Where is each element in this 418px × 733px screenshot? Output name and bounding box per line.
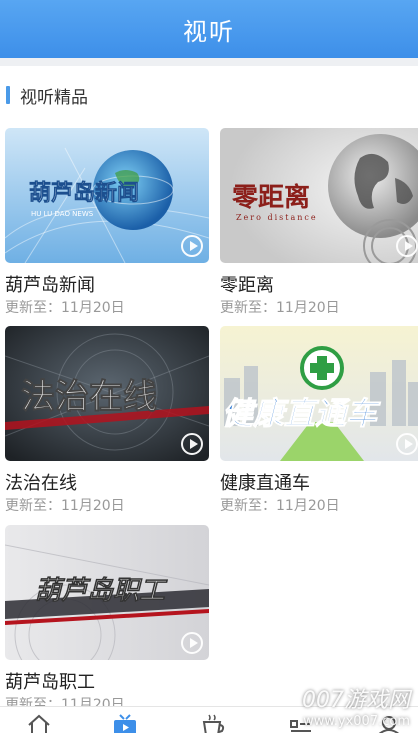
section-accent-bar [6, 86, 10, 104]
thumbnail-art: 零距离 Zero distance [220, 128, 418, 263]
thumbnail-subtitle-text: HU LU DAO NEWS [31, 210, 94, 218]
thumbnail-art: 葫芦岛职工 [5, 525, 209, 660]
play-icon[interactable] [181, 433, 203, 455]
play-icon[interactable] [181, 235, 203, 257]
thumbnail-subtitle-text: Zero distance [236, 213, 318, 222]
play-icon[interactable] [181, 632, 203, 654]
program-thumbnail[interactable]: 法治在线 [5, 326, 209, 461]
program-card-law-online[interactable]: 法治在线 法治在线 更新至：11月20日 [5, 326, 209, 515]
thumbnail-title-text: 零距离 [232, 182, 310, 213]
program-card-hulu-workers[interactable]: 葫芦岛职工 葫芦岛职工 更新至：11月20日 [5, 525, 209, 714]
program-card-zero-distance[interactable]: 零距离 Zero distance 零距离 更新至：11月20日 [220, 128, 418, 317]
program-updated: 更新至：11月20日 [5, 300, 125, 316]
thumbnail-art: 法治在线 [5, 326, 209, 461]
thumbnail-art: 健康直通车 [220, 326, 418, 461]
watermark-logo-text: 007游戏网 [302, 688, 410, 713]
program-name[interactable]: 零距离 [220, 271, 418, 296]
program-thumbnail[interactable]: 零距离 Zero distance [220, 128, 418, 263]
program-card-health-express[interactable]: 健康直通车 健康直通车 更新至：11月20日 [220, 326, 418, 515]
program-thumbnail[interactable]: 葫芦岛职工 [5, 525, 209, 660]
top-header: 视听 [0, 0, 418, 58]
coffee-icon[interactable] [198, 713, 228, 733]
play-icon[interactable] [396, 235, 418, 257]
thumbnail-title-text: 法治在线 [21, 377, 157, 417]
page-title: 视听 [183, 17, 235, 46]
program-name[interactable]: 葫芦岛职工 [5, 668, 209, 693]
section-title: 视听精品 [20, 87, 88, 108]
thumbnail-title-text: 葫芦岛新闻 [29, 180, 139, 206]
watermark-url-text: www.yx007.com [303, 714, 410, 729]
home-icon[interactable] [24, 713, 54, 733]
tv-icon[interactable] [110, 713, 140, 733]
program-name[interactable]: 健康直通车 [220, 469, 418, 494]
program-name[interactable]: 葫芦岛新闻 [5, 271, 209, 296]
header-divider [0, 58, 418, 66]
program-card-hulu-news[interactable]: 葫芦岛新闻 HU LU DAO NEWS 葫芦岛新闻 更新至：11月20日 [5, 128, 209, 317]
program-name[interactable]: 法治在线 [5, 469, 209, 494]
section-header: 视听精品 [0, 80, 418, 110]
site-watermark: 007游戏网 www.yx007.com [278, 682, 410, 730]
play-icon[interactable] [396, 433, 418, 455]
program-thumbnail[interactable]: 健康直通车 [220, 326, 418, 461]
program-thumbnail[interactable]: 葫芦岛新闻 HU LU DAO NEWS [5, 128, 209, 263]
thumbnail-art: 葫芦岛新闻 HU LU DAO NEWS [5, 128, 209, 263]
thumbnail-title-text: 葫芦岛职工 [35, 576, 168, 606]
program-updated: 更新至：11月20日 [220, 300, 340, 316]
program-updated: 更新至：11月20日 [5, 498, 125, 514]
program-updated: 更新至：11月20日 [220, 498, 340, 514]
thumbnail-title-text: 健康直通车 [222, 396, 381, 432]
